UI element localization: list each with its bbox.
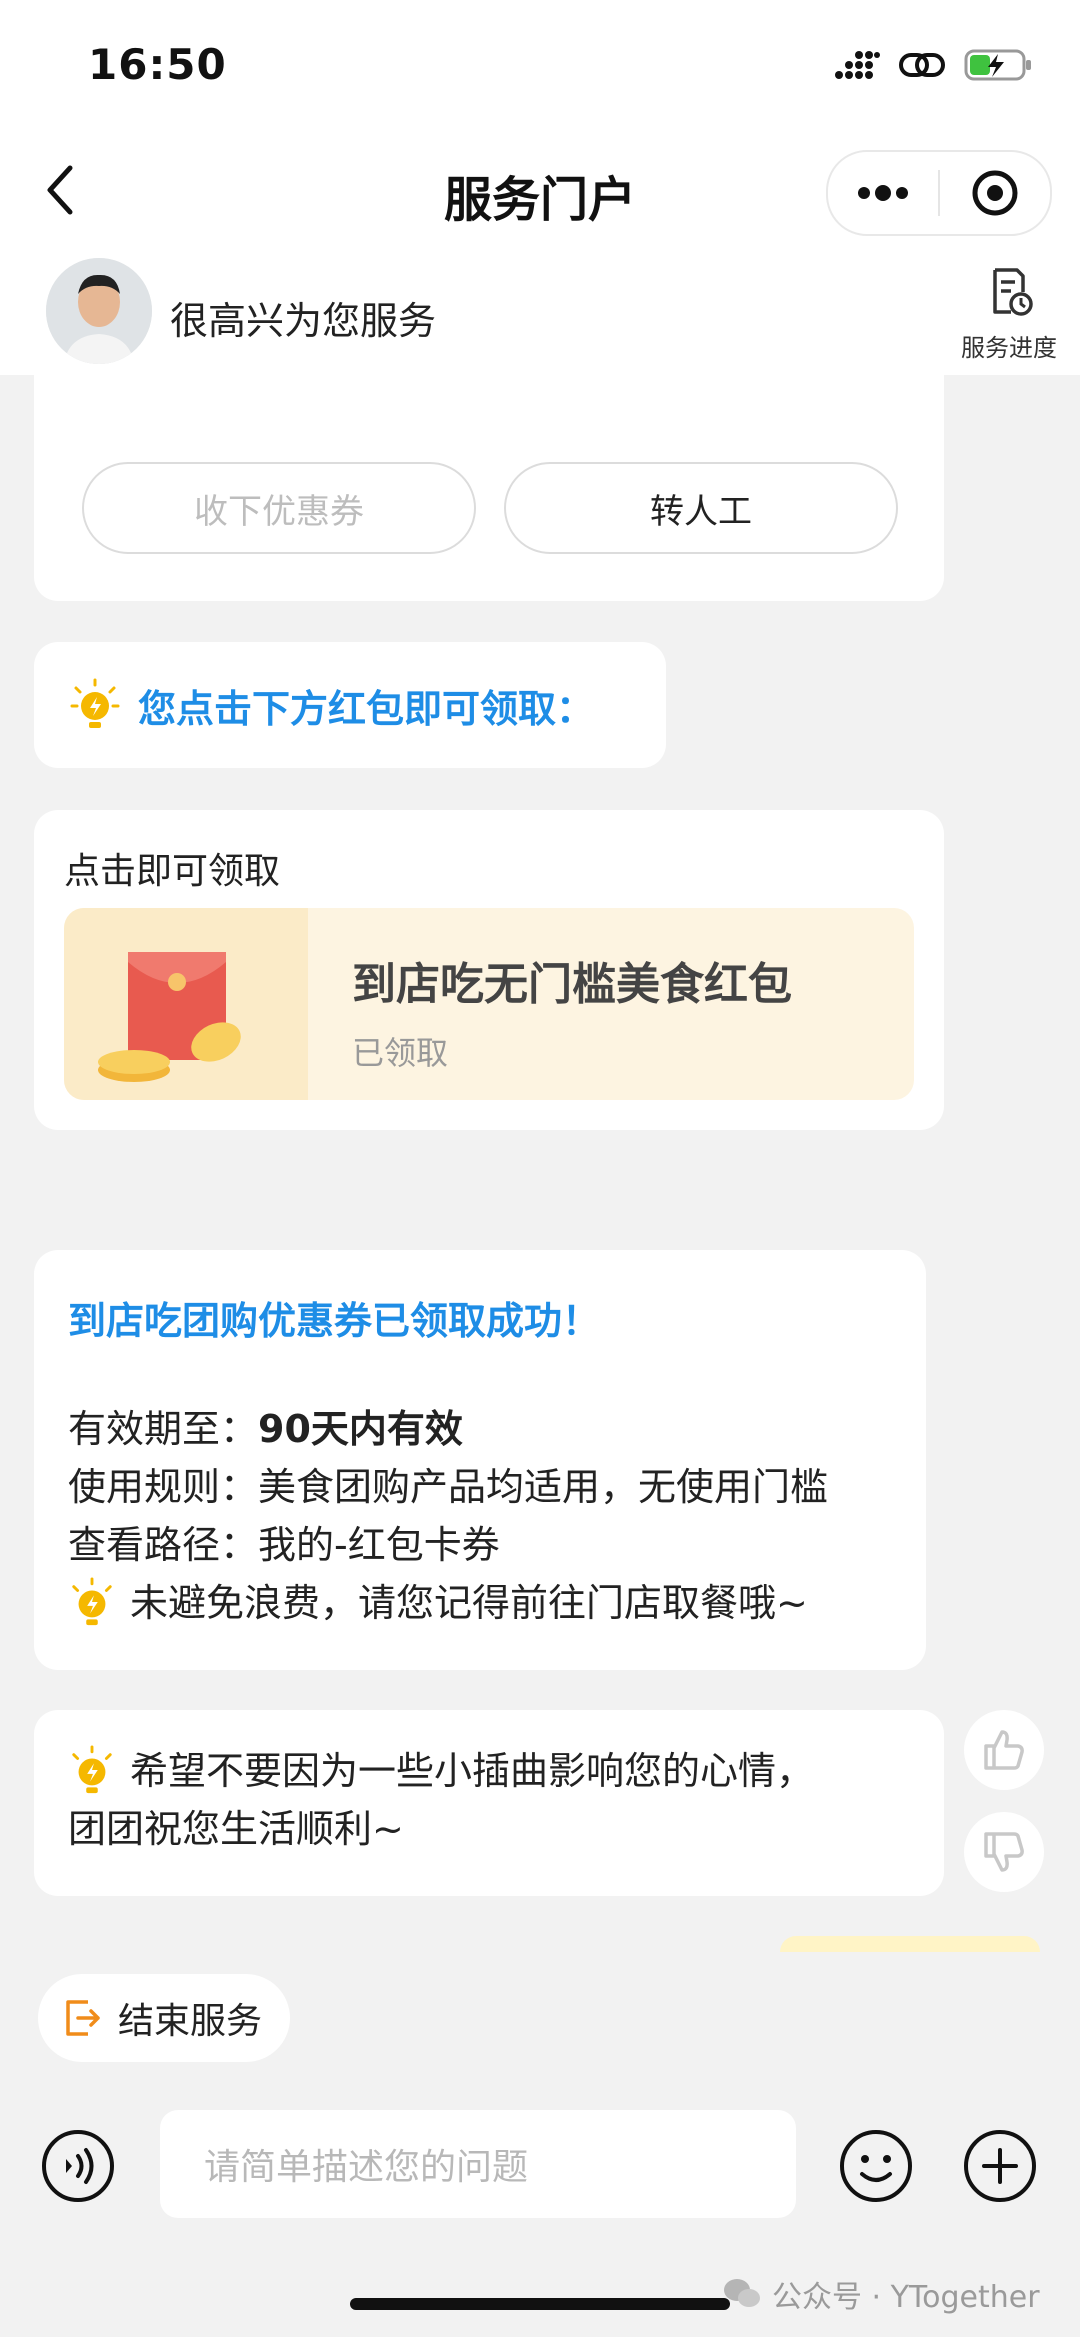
agent-greeting: 很高兴为您服务	[170, 299, 437, 343]
redpacket-heading: 点击即可领取	[64, 851, 281, 892]
end-service-label: 结束服务	[118, 2001, 263, 2042]
rule-row: 使用规则：美食团购产品均适用，无使用门槛	[68, 1458, 828, 1516]
tip-text: 您点击下方红包即可领取：	[138, 686, 595, 731]
service-progress-button[interactable]: 服务进度	[950, 266, 1068, 363]
exit-icon	[66, 2000, 100, 2036]
status-time: 16:50	[88, 40, 227, 89]
accept-coupon-label: 收下优惠券	[194, 491, 364, 532]
redpacket-coupon[interactable]: 到店吃无门槛美食红包 已领取	[64, 908, 914, 1100]
redpacket-status: 已领取	[352, 1034, 449, 1072]
watermark-text: 公众号 · YTogether	[772, 2280, 1040, 2315]
validity-label: 有效期至：	[68, 1407, 259, 1451]
validity-value: 90天内有效	[258, 1407, 463, 1451]
lightbulb-icon	[70, 678, 120, 728]
thumbs-up-button[interactable]	[964, 1710, 1044, 1790]
status-icons	[834, 48, 1034, 82]
rule-label: 使用规则：	[68, 1465, 259, 1509]
message-input[interactable]: 请简单描述您的问题	[160, 2110, 796, 2218]
redpacket-title: 到店吃无门槛美食红包	[352, 959, 792, 1010]
tip-bubble: 您点击下方红包即可领取：	[34, 642, 666, 768]
mini-program-capsule	[826, 150, 1052, 236]
more-dots-icon	[858, 185, 908, 201]
target-icon	[972, 170, 1018, 216]
add-icon[interactable]	[962, 2128, 1038, 2204]
path-row: 查看路径：我的-红包卡券	[68, 1516, 500, 1574]
success-title: 到店吃团购优惠券已领取成功！	[68, 1299, 601, 1343]
end-service-button[interactable]: 结束服务	[38, 1974, 291, 2062]
voice-icon[interactable]	[40, 2128, 116, 2204]
close-program-button[interactable]	[940, 152, 1050, 234]
rule-value: 美食团购产品均适用，无使用门槛	[258, 1465, 829, 1509]
avatar	[46, 258, 152, 364]
avatar-image	[46, 258, 152, 364]
wish-line1: 希望不要因为一些小插曲影响您的心情，	[130, 1749, 815, 1793]
signal-icon	[835, 51, 880, 79]
home-indicator	[350, 2298, 730, 2310]
thumbs-down-icon	[984, 1832, 1024, 1872]
accept-coupon-button[interactable]: 收下优惠券	[82, 462, 476, 554]
thumbs-up-icon	[984, 1730, 1024, 1770]
transfer-human-label: 转人工	[650, 491, 752, 532]
wish-line1-row: 希望不要因为一些小插曲影响您的心情，	[68, 1742, 814, 1800]
success-tip-row: 未避免浪费，请您记得前往门店取餐哦~	[68, 1574, 808, 1632]
lightbulb-icon	[72, 1577, 112, 1626]
red-envelope-icon	[98, 952, 241, 1082]
emoji-icon[interactable]	[838, 2128, 914, 2204]
validity-row: 有效期至：90天内有效	[68, 1400, 463, 1458]
thumbs-down-button[interactable]	[964, 1812, 1044, 1892]
transfer-human-button[interactable]: 转人工	[504, 462, 898, 554]
yellow-bubble-edge	[780, 1936, 1040, 1952]
path-label: 查看路径：	[68, 1523, 259, 1567]
wish-line2: 团团祝您生活顺利~	[68, 1807, 404, 1851]
path-value: 我的-红包卡券	[258, 1523, 500, 1567]
message-placeholder: 请简单描述您的问题	[204, 2147, 529, 2188]
service-progress-label: 服务进度	[961, 334, 1057, 362]
redpacket-illustration-bg	[64, 908, 308, 1100]
link-icon	[899, 53, 945, 77]
battery-icon	[964, 49, 1031, 81]
document-clock-icon	[993, 268, 1033, 316]
more-button[interactable]	[828, 152, 938, 234]
watermark: 公众号 · YTogether	[722, 2272, 1040, 2316]
success-tip: 未避免浪费，请您记得前往门店取餐哦~	[130, 1581, 808, 1625]
lightbulb-icon	[72, 1745, 112, 1794]
